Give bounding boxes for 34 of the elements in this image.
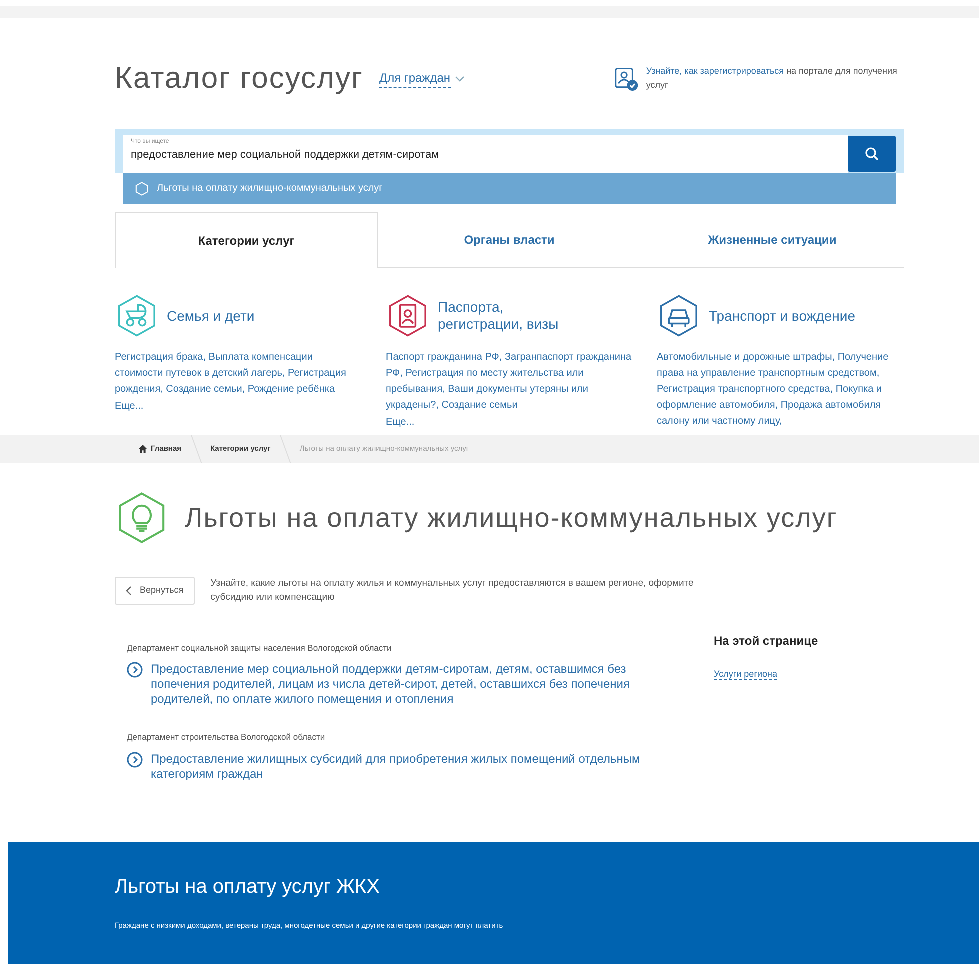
department-name: Департамент социальной защиты населения Вологодской области xyxy=(127,642,393,654)
department-name: Департамент строительства Вологодской области xyxy=(127,731,326,744)
chevron-circle-icon xyxy=(127,752,143,768)
service-link[interactable]: Предоставление мер социальной поддержки детям-сиротам, детям, оставшимся без попечения родителей, лицам из числа детей-сирот, детей, оставшихся без попечения родителей, по оплате жилого помещения и отопления xyxy=(151,662,651,708)
banner-title: Льготы на оплату услуг ЖКХ xyxy=(115,875,381,900)
catalog-title: Каталог госуслуг xyxy=(115,61,364,97)
home-icon xyxy=(139,445,147,453)
tab[interactable]: Органы власти xyxy=(378,212,641,267)
anchor-link[interactable]: Услуги региона xyxy=(714,668,778,680)
register-link[interactable]: Узнайте, как зарегистрироваться xyxy=(646,66,784,76)
back-button[interactable]: Вернуться xyxy=(115,577,195,604)
audience-dropdown[interactable]: Для граждан xyxy=(379,69,464,88)
chevron-left-icon xyxy=(126,586,132,596)
hexagon-icon xyxy=(135,182,149,196)
category-links[interactable]: Автомобильные и дорожные штрафы, Получение права на управление транспортным средством, Регистрация транспортного средства, Покупка и оформление автомобиля, Продажа автомобиля салону или частному лицу, xyxy=(657,350,904,430)
category-links[interactable]: Паспорт гражданина РФ, Загранпаспорт гражданина РФ, Регистрация по месту жительства или пребывания, Ваши документы утеряны или украдены?, Создание семьи xyxy=(386,350,633,414)
section-heading: На этой странице xyxy=(714,632,820,650)
service-link[interactable]: Предоставление жилищных субсидий для приобретения жилых помещений отдельным категориям граждан xyxy=(151,752,651,782)
page-title: Льготы на оплату жилищно-коммунальных услуг xyxy=(185,502,838,534)
register-note: Узнайте, как зарегистрироваться на портале для получения услуг xyxy=(646,65,898,92)
tab[interactable]: Жизненные ситуации xyxy=(641,212,904,267)
search-icon xyxy=(865,147,879,161)
category-title[interactable]: Семья и дети xyxy=(167,308,255,324)
search-button[interactable] xyxy=(848,136,896,172)
more-link[interactable]: Еще... xyxy=(386,415,415,431)
chevron-down-icon xyxy=(454,76,464,82)
category-title[interactable]: Паспорта, регистрации, визы xyxy=(438,299,588,333)
intro-text: Узнайте, какие льготы на оплату жилья и коммунальных услуг предоставляются в вашем регионе, оформите субсидию или компенсацию xyxy=(210,577,695,606)
tab[interactable]: Категории услуг xyxy=(115,212,378,268)
chevron-circle-icon xyxy=(127,662,143,678)
category-links[interactable]: Регистрация брака, Выплата компенсации стоимости путевок в детский лагерь, Регистрация рождения, Создание семьи, Рождение ребёнка xyxy=(115,350,362,398)
category-title[interactable]: Транспорт и вождение xyxy=(709,308,856,324)
user-check-icon xyxy=(614,66,638,92)
more-link[interactable]: Еще... xyxy=(115,399,144,415)
